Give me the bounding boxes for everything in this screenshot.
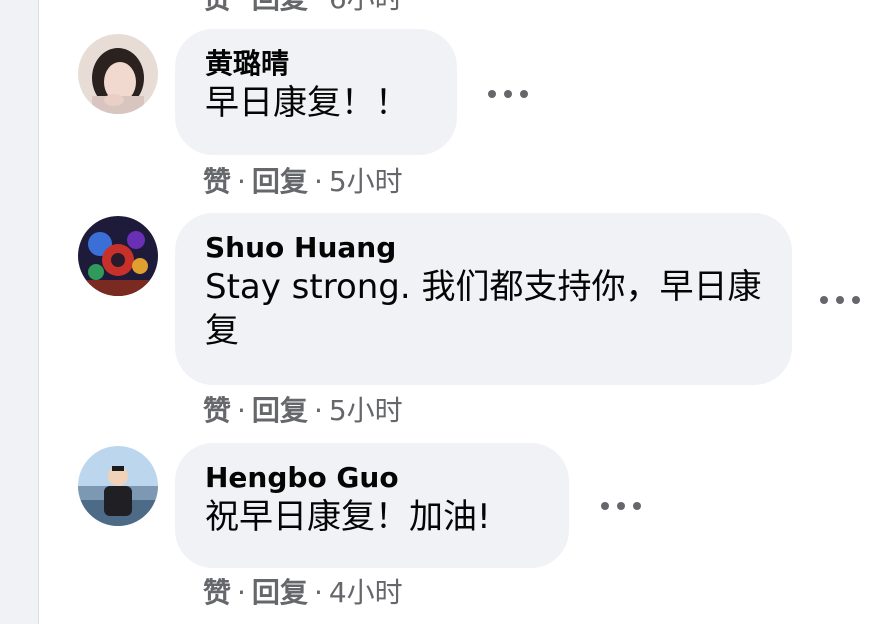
- avatar-image: [78, 216, 158, 296]
- like-link[interactable]: 赞: [203, 576, 231, 609]
- comment-text: 祝早日康复！加油!: [205, 497, 491, 537]
- comment-author[interactable]: Hengbo Guo: [205, 461, 539, 495]
- like-link[interactable]: 赞: [203, 165, 231, 198]
- like-link[interactable]: 赞: [203, 0, 231, 15]
- more-options-icon[interactable]: [601, 496, 641, 516]
- avatar-image: [78, 34, 158, 114]
- timestamp[interactable]: 6小时: [329, 0, 403, 15]
- avatar[interactable]: [78, 446, 158, 526]
- like-link[interactable]: 赞: [203, 394, 231, 427]
- timestamp[interactable]: 4小时: [329, 576, 403, 609]
- comment-bubble: 黄璐晴 早日康复！！: [175, 29, 457, 155]
- avatar[interactable]: [78, 216, 158, 296]
- comment-actions: 赞 · 回复 · 5小时: [203, 394, 403, 427]
- comment-bubble: Shuo Huang Stay strong. 我们都支持你，早日康复: [175, 213, 792, 385]
- reply-link[interactable]: 回复: [252, 576, 308, 609]
- comment-text: Stay strong. 我们都支持你，早日康复: [205, 267, 762, 351]
- reply-link[interactable]: 回复: [252, 165, 308, 198]
- comment-author[interactable]: 黄璐晴: [205, 47, 427, 81]
- avatar[interactable]: [78, 34, 158, 114]
- left-rail: [0, 0, 39, 624]
- comment-author[interactable]: Shuo Huang: [205, 231, 762, 265]
- avatar-image: [78, 446, 158, 526]
- more-options-icon[interactable]: [488, 84, 528, 104]
- top-comment-actions: 赞·回复·6小时: [203, 0, 403, 16]
- timestamp[interactable]: 5小时: [329, 394, 403, 427]
- comment-text: 早日康复！！: [205, 83, 409, 123]
- comment-actions: 赞 · 回复 · 5小时: [203, 165, 403, 198]
- comment-actions: 赞 · 回复 · 4小时: [203, 576, 403, 609]
- more-options-icon[interactable]: [820, 290, 860, 310]
- comment-bubble: Hengbo Guo 祝早日康复！加油!: [175, 443, 569, 568]
- reply-link[interactable]: 回复: [252, 394, 308, 427]
- reply-link[interactable]: 回复: [252, 0, 308, 15]
- timestamp[interactable]: 5小时: [329, 165, 403, 198]
